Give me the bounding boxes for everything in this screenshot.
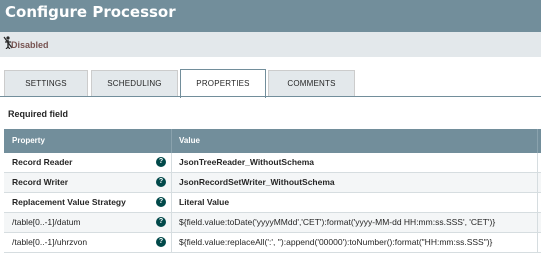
column-divider bbox=[171, 193, 172, 213]
column-divider bbox=[171, 233, 172, 253]
property-name: /table[0..-1]/uhrzvon bbox=[12, 237, 88, 247]
dialog-title: Configure Processor bbox=[5, 3, 176, 21]
property-value[interactable]: JsonRecordSetWriter_WithoutSchema bbox=[179, 177, 335, 187]
tab-divider bbox=[0, 96, 541, 97]
question-circle-icon[interactable]: ? bbox=[156, 217, 166, 227]
status-bar: Disabled bbox=[0, 32, 541, 57]
question-circle-icon[interactable]: ? bbox=[156, 197, 166, 207]
table-row[interactable]: /table[0..-1]/datum ? ${field.value:toDa… bbox=[4, 213, 541, 233]
tab-comments[interactable]: COMMENTS bbox=[268, 70, 355, 97]
column-divider bbox=[537, 213, 538, 233]
column-divider bbox=[171, 153, 172, 173]
property-name: Record Reader bbox=[12, 157, 73, 167]
column-divider bbox=[171, 129, 172, 153]
property-value[interactable]: ${field.value:replaceAll(':', ''):append… bbox=[179, 237, 492, 247]
column-divider bbox=[537, 193, 538, 213]
table-row[interactable]: /table[0..-1]/uhrzvon ? ${field.value:re… bbox=[4, 233, 541, 253]
column-divider bbox=[537, 173, 538, 193]
dialog-header: Configure Processor bbox=[0, 0, 541, 32]
column-header-property[interactable]: Property bbox=[12, 136, 45, 145]
question-circle-icon[interactable]: ? bbox=[156, 177, 166, 187]
column-divider bbox=[537, 153, 538, 173]
table-row[interactable]: Replacement Value Strategy ? Literal Val… bbox=[4, 193, 541, 213]
property-name: Replacement Value Strategy bbox=[12, 197, 126, 207]
table-row[interactable]: Record Writer ? JsonRecordSetWriter_With… bbox=[4, 173, 541, 193]
column-divider bbox=[537, 129, 538, 153]
required-field-label: Required field bbox=[8, 109, 69, 119]
property-value[interactable]: Literal Value bbox=[179, 197, 229, 207]
table-row[interactable]: Record Reader ? JsonTreeReader_WithoutSc… bbox=[4, 153, 541, 173]
property-value[interactable]: ${field.value:toDate('yyyyMMdd','CET'):f… bbox=[179, 217, 495, 227]
property-value[interactable]: JsonTreeReader_WithoutSchema bbox=[179, 157, 314, 167]
question-circle-icon[interactable]: ? bbox=[156, 237, 166, 247]
status-label: Disabled bbox=[11, 40, 49, 50]
tab-properties[interactable]: PROPERTIES bbox=[180, 69, 266, 98]
column-divider bbox=[171, 173, 172, 193]
property-name: /table[0..-1]/datum bbox=[12, 217, 81, 227]
property-name: Record Writer bbox=[12, 177, 69, 187]
tab-settings[interactable]: SETTINGS bbox=[4, 70, 88, 97]
question-circle-icon[interactable]: ? bbox=[156, 157, 166, 167]
column-divider bbox=[171, 213, 172, 233]
table-header: Property Value bbox=[4, 129, 541, 153]
tab-scheduling[interactable]: SCHEDULING bbox=[91, 70, 178, 97]
column-divider bbox=[537, 233, 538, 253]
column-header-value[interactable]: Value bbox=[179, 136, 200, 145]
tab-bar: SETTINGS SCHEDULING PROPERTIES COMMENTS bbox=[0, 57, 541, 98]
